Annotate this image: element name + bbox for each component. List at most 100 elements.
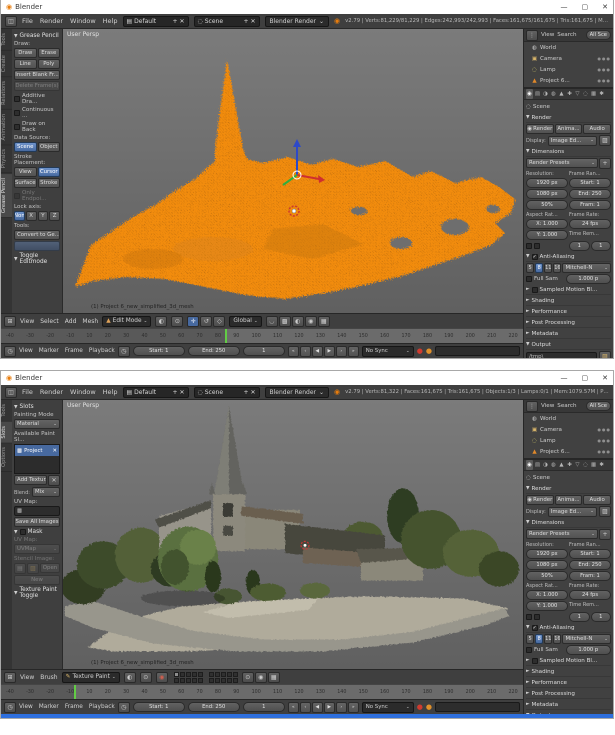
convert-to-geometry-dropdown[interactable]: Convert to Ge...⌄ xyxy=(14,230,60,240)
aa-samples-11[interactable]: 11 xyxy=(544,634,553,644)
grease-pencil-panel-header[interactable]: ▼ Grease Pencil xyxy=(14,33,60,39)
render-panel-header[interactable]: ▼ Render xyxy=(526,484,611,494)
editor-type-icon[interactable]: ⋮ xyxy=(526,29,538,41)
render-button[interactable]: ◉ Render xyxy=(526,495,554,505)
current-frame-playhead[interactable] xyxy=(74,685,77,699)
paint-slots-list[interactable]: ▩ Project ✕ xyxy=(14,444,60,474)
menu-item[interactable]: Render xyxy=(40,388,63,396)
outliner-item-lamp[interactable]: ◌ Lamp ●●● xyxy=(524,64,613,75)
remap-new-field[interactable]: 1 xyxy=(590,612,611,622)
animation-button[interactable]: Anima... xyxy=(554,124,583,134)
transform-orientation-dropdown[interactable]: Global ⌄ xyxy=(229,315,262,327)
close-button[interactable]: ✕ xyxy=(602,3,608,11)
maximize-button[interactable]: ▢ xyxy=(582,3,589,11)
save-all-images-button[interactable]: Save All Images xyxy=(14,517,60,527)
outliner-filter-dropdown[interactable]: All Sce xyxy=(585,30,611,40)
dimensions-panel-header[interactable]: ▼ Dimensions xyxy=(526,518,611,528)
properties-tab-icon[interactable]: ◍ xyxy=(550,89,557,99)
layer-cell[interactable] xyxy=(232,671,238,677)
current-frame-playhead[interactable] xyxy=(225,329,228,343)
properties-tab-icon[interactable]: ▲ xyxy=(558,460,565,470)
menu-item[interactable]: Window xyxy=(70,17,96,25)
properties-tab-icon[interactable]: ◑ xyxy=(542,89,549,99)
keying-set-field[interactable] xyxy=(434,702,520,712)
menu-item[interactable]: Playback xyxy=(89,704,115,710)
preview-range-icon[interactable]: ◷ xyxy=(117,345,130,357)
tab-relations[interactable]: Relations xyxy=(1,77,12,110)
mode-selector[interactable]: ▲ Edit Mode ⌄ xyxy=(102,315,152,327)
render-engine-selector[interactable]: Blender Render ⌄ xyxy=(264,15,330,27)
restrict-toggles[interactable]: ●●● xyxy=(598,427,611,432)
layer-cell[interactable] xyxy=(232,677,238,683)
editor-type-icon[interactable]: ◫ xyxy=(5,386,17,398)
frame-step-field[interactable]: Fram: 1 xyxy=(569,200,611,210)
layer-cell[interactable] xyxy=(185,677,191,683)
add-layout-icon[interactable]: + xyxy=(172,18,177,25)
layer-cell[interactable] xyxy=(179,677,185,683)
layer-cell[interactable] xyxy=(191,677,197,683)
new-image-button[interactable]: New xyxy=(14,575,60,585)
render-opengl-icon[interactable]: ◉ xyxy=(304,315,317,327)
full-sample-checkbox[interactable]: Full Sam xyxy=(526,647,564,653)
audio-button[interactable]: Audio xyxy=(583,124,612,134)
outliner-item-camera[interactable]: ▣ Camera ●●● xyxy=(524,424,613,435)
keying-set-button[interactable]: ● xyxy=(426,703,432,711)
delete-layout-icon[interactable]: ✕ xyxy=(179,18,184,25)
source-scene-button[interactable]: Scene xyxy=(14,142,37,152)
layer-cell[interactable] xyxy=(226,671,232,677)
menu-item[interactable]: View xyxy=(541,32,554,38)
titlebar[interactable]: ◉ Blender — ▢ ✕ xyxy=(1,0,613,14)
slots-panel-header[interactable]: ▼ Slots xyxy=(14,404,60,410)
frame-start-field[interactable]: Start: 1 xyxy=(569,549,611,559)
viewport-shading-dropdown[interactable]: ◐ xyxy=(123,671,136,683)
sync-dropdown[interactable]: No Sync ⌄ xyxy=(361,345,414,357)
properties-tab-icon[interactable]: ◌ xyxy=(582,460,589,470)
border-crop-checkboxes[interactable] xyxy=(526,612,568,622)
manipulator-rotate-icon[interactable]: ↺ xyxy=(200,315,213,327)
tab-animation[interactable]: Animation xyxy=(1,109,12,146)
screen-layout-selector[interactable]: ▤ Default + ✕ xyxy=(122,15,189,27)
layer-cell[interactable] xyxy=(173,671,179,677)
add-preset-button[interactable]: + xyxy=(599,529,611,540)
editor-type-icon[interactable]: ⊞ xyxy=(4,671,16,683)
playback-button[interactable]: › xyxy=(335,345,347,357)
properties-tab-icon[interactable]: ▤ xyxy=(534,460,541,470)
erase-button[interactable]: Erase xyxy=(37,48,60,58)
placement-stroke-button[interactable]: Stroke xyxy=(37,178,60,188)
playback-button[interactable]: ▶ xyxy=(323,701,335,713)
remap-old-field[interactable]: 1 xyxy=(569,612,590,622)
frame-end-field[interactable]: End: 250 xyxy=(187,702,240,712)
placement-view-button[interactable]: View xyxy=(14,167,37,177)
menu-item[interactable]: Search xyxy=(557,32,576,38)
metadata-panel-header[interactable]: ► Metadata xyxy=(526,700,611,710)
layer-cell[interactable] xyxy=(208,671,214,677)
post-processing-panel-header[interactable]: ► Post Processing xyxy=(526,689,611,699)
uv-map-field[interactable]: ▩ xyxy=(14,506,60,516)
menu-item[interactable]: Help xyxy=(103,17,118,25)
timeline-ruler[interactable]: -40 -30 -20 -10 10 20 30 40 50 60 70 80 90 100 110 120 1… xyxy=(1,684,523,699)
record-button[interactable]: ● xyxy=(417,703,423,711)
axis-x-button[interactable]: X xyxy=(25,211,37,221)
editor-type-icon[interactable]: ⊞ xyxy=(4,315,16,327)
scene-selector[interactable]: ◌ Scene + ✕ xyxy=(193,15,260,27)
delete-scene-icon[interactable]: ✕ xyxy=(250,389,255,396)
render-presets-dropdown[interactable]: Render Presets ⌄ xyxy=(526,529,598,539)
animation-button[interactable]: Anima... xyxy=(554,495,583,505)
audio-button[interactable]: Audio xyxy=(583,495,612,505)
border-crop-checkboxes[interactable] xyxy=(526,241,568,251)
axis-none-button[interactable]: Non xyxy=(14,211,25,221)
unlink-button[interactable]: ✕ xyxy=(48,475,60,486)
motion-blur-panel-header[interactable]: ► Sampled Motion Bl... xyxy=(526,285,611,295)
slot-item-project[interactable]: ▩ Project ✕ xyxy=(15,445,59,456)
record-button[interactable]: ● xyxy=(417,347,423,355)
snap-element-icon[interactable]: ▩ xyxy=(278,315,291,327)
delete-layout-icon[interactable]: ✕ xyxy=(179,389,184,396)
draw-on-back-checkbox[interactable]: Draw on Back xyxy=(14,121,60,133)
close-button[interactable]: ✕ xyxy=(602,374,608,382)
preview-range-icon[interactable]: ◷ xyxy=(117,701,130,713)
tab-physics[interactable]: Physics xyxy=(1,145,12,174)
pixel-filter-size-field[interactable]: 1.000 p xyxy=(565,274,611,284)
menu-item[interactable]: View xyxy=(19,348,33,354)
lock-icon[interactable]: ⊙ xyxy=(241,671,254,683)
menu-item[interactable]: View xyxy=(20,318,34,325)
